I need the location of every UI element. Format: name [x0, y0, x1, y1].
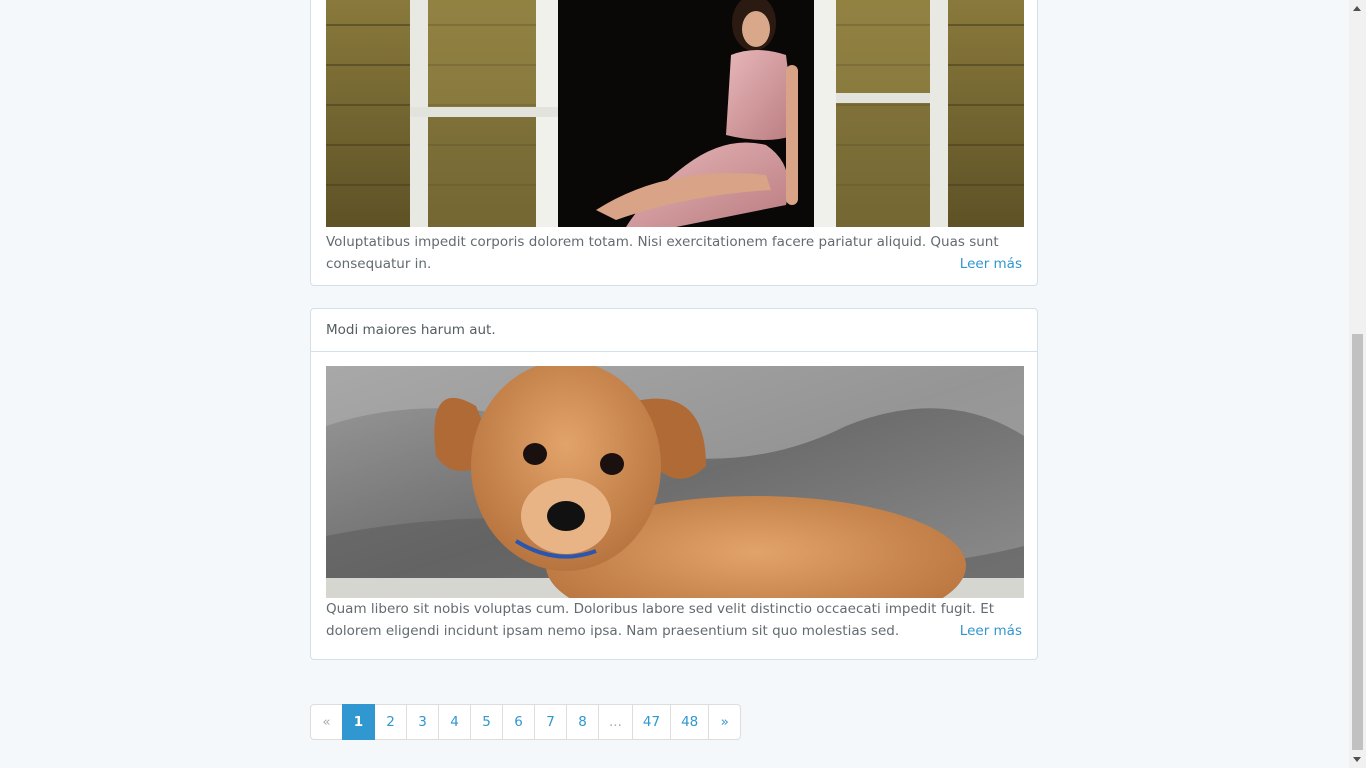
page-link-5[interactable]: 5 [470, 704, 503, 740]
scroll-up-arrow-icon[interactable] [1353, 6, 1361, 11]
post-title: Modi maiores harum aut. [311, 309, 1037, 352]
page-link-4[interactable]: 4 [438, 704, 471, 740]
pagination-prev: « [310, 704, 343, 740]
page: Voluptatibus impedit corporis dolorem to… [0, 0, 1366, 768]
read-more-link[interactable]: Leer más [949, 620, 1022, 642]
post-image [326, 0, 1024, 227]
post-card: Modi maiores harum aut. Quam libero sit … [310, 308, 1038, 660]
post-body: Voluptatibus impedit corporis dolorem to… [311, 0, 1037, 291]
post-excerpt-text: Voluptatibus impedit corporis dolorem to… [326, 234, 999, 272]
scrollbar-thumb[interactable] [1352, 334, 1363, 750]
page-link-8[interactable]: 8 [566, 704, 599, 740]
page-link-48[interactable]: 48 [670, 704, 710, 740]
pagination-ellipsis: ... [598, 704, 633, 740]
pagination-next[interactable]: » [708, 704, 742, 740]
vertical-scrollbar[interactable] [1349, 0, 1366, 768]
post-excerpt-text: Quam libero sit nobis voluptas cum. Dolo… [326, 601, 995, 639]
page-link-7[interactable]: 7 [534, 704, 567, 740]
post-body: Quam libero sit nobis voluptas cum. Dolo… [311, 366, 1037, 642]
page-link-47[interactable]: 47 [631, 704, 672, 740]
post-image [326, 366, 1024, 598]
post-excerpt: Quam libero sit nobis voluptas cum. Dolo… [326, 598, 1022, 642]
post-excerpt: Voluptatibus impedit corporis dolorem to… [326, 227, 1022, 291]
read-more-link[interactable]: Leer más [949, 253, 1022, 275]
pagination: « 1 2 3 4 5 6 7 8 ... 47 48 » [310, 704, 742, 740]
post-card: Voluptatibus impedit corporis dolorem to… [310, 0, 1038, 286]
page-link-3[interactable]: 3 [406, 704, 439, 740]
scroll-down-arrow-icon[interactable] [1353, 757, 1361, 762]
page-link-2[interactable]: 2 [374, 704, 407, 740]
page-link-1[interactable]: 1 [342, 704, 375, 740]
page-link-6[interactable]: 6 [502, 704, 535, 740]
